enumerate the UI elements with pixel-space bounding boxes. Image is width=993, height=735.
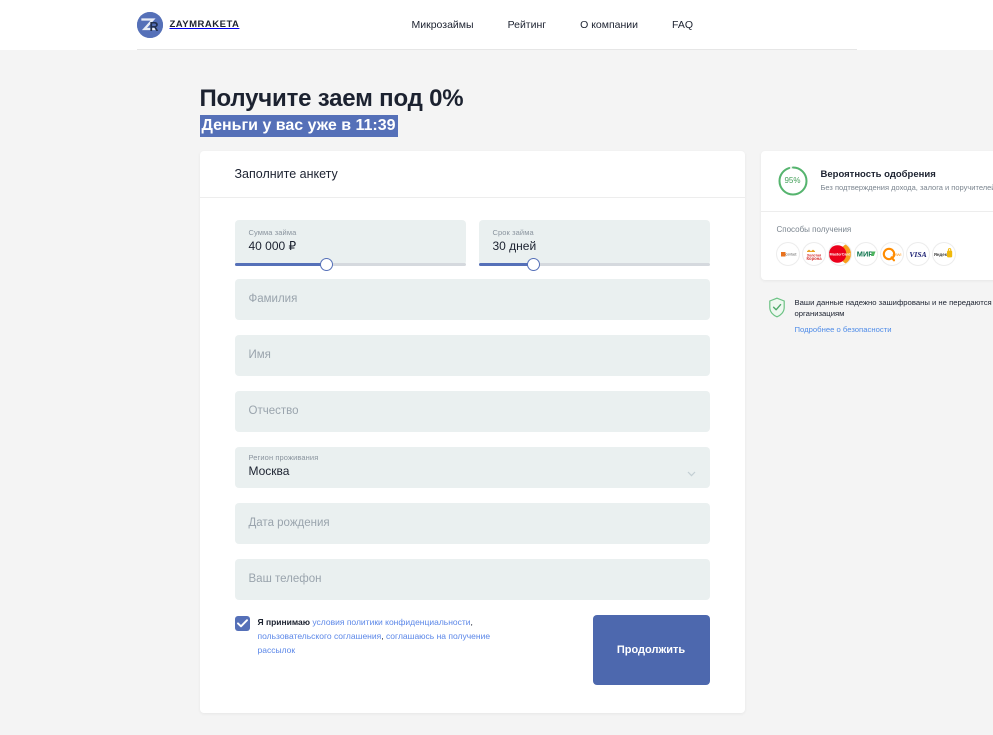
loan-amount-slider-handle[interactable] (320, 257, 334, 271)
user-agreement-link[interactable]: пользовательского соглашения (258, 631, 382, 641)
visa-payment-icon: VISA (906, 242, 929, 265)
surname-field[interactable]: Фамилия (234, 278, 710, 320)
brand-logo[interactable]: R ZAYMRAKETA (136, 11, 240, 38)
consent-row: Я принимаю условия политики конфиденциал… (234, 614, 710, 685)
content-columns: Заполните анкету Сумма займа 40 000 ₽ Ср… (67, 150, 993, 713)
region-select[interactable]: Регион проживания Москва (234, 446, 710, 488)
security-text: Ваши данные надежно зашифрованы и не пер… (794, 297, 993, 318)
svg-text:МИР: МИР (856, 249, 872, 258)
site-header: R ZAYMRAKETA Микрозаймы Рейтинг О компан… (0, 0, 993, 50)
firstname-placeholder: Имя (248, 349, 271, 361)
consent-checkbox[interactable] (234, 615, 250, 631)
hero-section: Получите заем под 0% Деньги у вас уже в … (67, 50, 927, 151)
consent-sep-1: , (470, 616, 473, 627)
svg-text:contact: contact (785, 252, 796, 256)
svg-text:VISA: VISA (909, 249, 926, 258)
nav-item-reyting[interactable]: Рейтинг (508, 19, 547, 31)
nav-item-o-kompanii[interactable]: О компании (580, 19, 638, 31)
page-title: Получите заем под 0% (199, 85, 464, 112)
region-value: Москва (248, 463, 290, 478)
payment-methods-title: Способы получения (776, 224, 852, 234)
approval-subtitle: Без подтверждения дохода, залога и поруч… (820, 183, 993, 192)
qiwi-payment-icon: QIWI (880, 242, 903, 265)
loan-term-slider[interactable] (478, 257, 710, 271)
patronymic-placeholder: Отчество (248, 405, 299, 417)
loan-term-slider-handle[interactable] (527, 257, 541, 271)
svg-text:Корона: Корона (806, 256, 822, 261)
shield-check-icon (768, 297, 786, 323)
consent-text: Я принимаю условия политики конфиденциал… (258, 615, 495, 657)
main-nav: Микрозаймы Рейтинг О компании FAQ (412, 0, 694, 50)
loan-parameters-row: Сумма займа 40 000 ₽ Срок займа 30 дней (234, 219, 710, 271)
loan-amount-field[interactable]: Сумма займа 40 000 ₽ (234, 219, 466, 271)
security-text-block: Ваши данные надежно зашифрованы и не пер… (795, 297, 993, 337)
loan-amount-value: 40 000 ₽ (248, 238, 297, 253)
approval-text-block: Вероятность одобрения Без подтверждения … (821, 169, 993, 192)
consent-block: Я принимаю условия политики конфиденциал… (234, 615, 495, 657)
surname-placeholder: Фамилия (248, 293, 298, 305)
page-subtitle: Деньги у вас уже в 11:39 (199, 115, 398, 137)
nav-item-mikrozaymy[interactable]: Микрозаймы (412, 19, 474, 31)
nav-item-faq[interactable]: FAQ (672, 19, 693, 31)
form-title: Заполните анкету (234, 166, 338, 181)
birthdate-field[interactable]: Дата рождения (234, 502, 710, 544)
zr-monogram-logo-icon: R (136, 11, 163, 38)
checkmark-icon (236, 618, 248, 627)
brand-name: ZAYMRAKETA (169, 19, 240, 30)
header-inner: R ZAYMRAKETA Микрозаймы Рейтинг О компан… (136, 0, 857, 50)
application-form-card: Заполните анкету Сумма займа 40 000 ₽ Ср… (199, 150, 745, 713)
svg-text:QIWI: QIWI (892, 251, 901, 256)
loan-amount-slider[interactable] (234, 257, 466, 271)
chevron-down-icon (687, 464, 696, 477)
page-body: Получите заем под 0% Деньги у вас уже в … (67, 50, 993, 713)
form-card-body: Сумма займа 40 000 ₽ Срок займа 30 дней (200, 198, 745, 713)
loan-term-field[interactable]: Срок займа 30 дней (478, 219, 710, 271)
approval-ring-icon: 95% (777, 165, 809, 197)
zolotaya-korona-payment-icon: Золотая Корона (802, 242, 825, 265)
yandex-money-payment-icon: Яндекс (932, 242, 955, 265)
phone-placeholder: Ваш телефон (248, 573, 322, 585)
svg-text:MasterCard: MasterCard (829, 252, 850, 256)
sidebar: 95% Вероятность одобрения Без подтвержде… (760, 150, 993, 337)
loan-term-label: Срок займа (492, 227, 534, 237)
phone-field[interactable]: Ваш телефон (234, 558, 710, 600)
mastercard-payment-icon: MasterCard (828, 242, 851, 265)
contact-payment-icon: contact (776, 242, 799, 265)
approval-percent: 95% (784, 176, 801, 185)
security-details-link[interactable]: Подробнее о безопасности (795, 325, 892, 334)
payment-methods-list: contact Золотая Корона MasterCard МИР QI… (776, 242, 993, 265)
loan-term-slider-fill (478, 262, 534, 266)
svg-text:R: R (149, 20, 158, 34)
mir-payment-icon: МИР (854, 242, 877, 265)
submit-button[interactable]: Продолжить (592, 614, 710, 685)
firstname-field[interactable]: Имя (234, 334, 710, 376)
security-notice: Ваши данные надежно зашифрованы и не пер… (761, 280, 993, 337)
approval-title: Вероятность одобрения (820, 169, 936, 180)
form-card-header: Заполните анкету (199, 151, 745, 198)
region-label: Регион проживания (248, 452, 319, 462)
payment-methods-block: Способы получения contact Золотая Корона… (761, 212, 993, 280)
info-card: 95% Вероятность одобрения Без подтвержде… (760, 150, 993, 280)
privacy-policy-link[interactable]: условия политики конфиденциальности (312, 617, 470, 627)
loan-term-value: 30 дней (492, 238, 537, 253)
birthdate-placeholder: Дата рождения (248, 517, 330, 529)
loan-amount-slider-fill (234, 262, 327, 266)
approval-probability-block: 95% Вероятность одобрения Без подтвержде… (760, 151, 993, 212)
loan-amount-label: Сумма займа (248, 227, 297, 237)
patronymic-field[interactable]: Отчество (234, 390, 710, 432)
consent-lead: Я принимаю (257, 616, 313, 627)
